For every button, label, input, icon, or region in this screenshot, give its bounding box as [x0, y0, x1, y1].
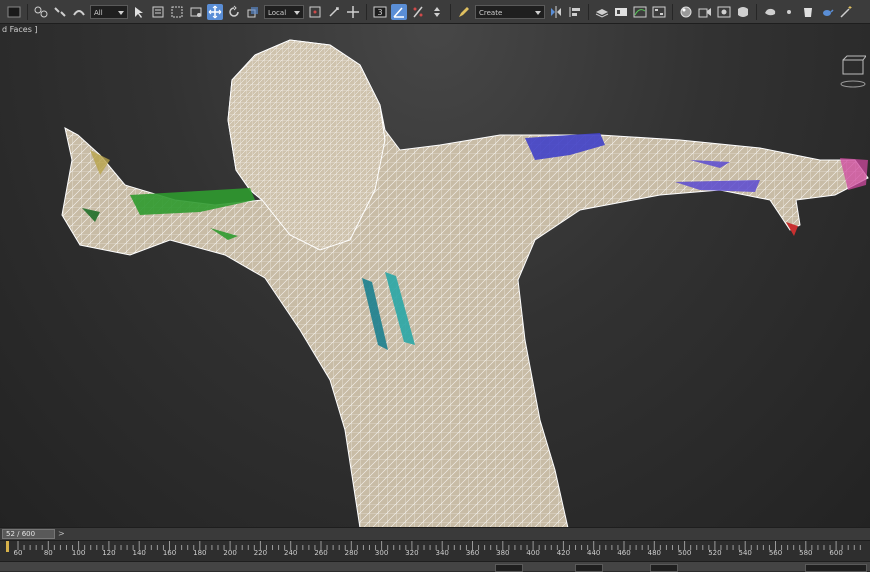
render-production-icon[interactable] [735, 4, 751, 20]
rendered-frame-window-icon[interactable] [716, 4, 732, 20]
track-tick-label: 100 [71, 549, 86, 557]
toolbar-divider [450, 3, 451, 20]
grid-field[interactable] [805, 564, 867, 572]
toolbar-divider [756, 3, 757, 20]
select-and-move-icon[interactable] [207, 3, 223, 20]
percent-snap-icon[interactable] [410, 4, 426, 20]
select-manipulate-icon[interactable] [326, 4, 342, 20]
toolbar-divider [366, 3, 367, 20]
perspective-viewport[interactable]: d Faces ] [0, 24, 870, 527]
snaps-toggle-icon[interactable]: 3 [372, 4, 388, 20]
toolbar-divider [672, 3, 673, 20]
rectangular-selection-icon[interactable] [169, 4, 185, 20]
toggle-ribbon-icon[interactable] [613, 4, 629, 20]
track-tick-label: 540 [738, 549, 752, 557]
keyboard-shortcut-icon[interactable] [345, 4, 361, 20]
unlink-selection-icon[interactable] [52, 4, 68, 20]
track-tick-label: 520 [708, 549, 722, 557]
mirror-icon[interactable] [548, 4, 564, 20]
magic-wand-icon[interactable] [838, 4, 854, 20]
civil-view-icon[interactable] [781, 4, 797, 20]
app-menu-icon[interactable] [6, 4, 22, 20]
z-coordinate-field[interactable] [650, 564, 678, 572]
align-icon[interactable] [567, 4, 583, 20]
spinner-snap-icon[interactable] [429, 4, 445, 20]
track-tick-label: 560 [768, 549, 783, 557]
teapot-icon[interactable] [819, 4, 835, 20]
select-and-rotate-icon[interactable] [226, 4, 242, 20]
track-tick-label: 180 [193, 549, 207, 557]
arnold-icon[interactable] [800, 4, 816, 20]
track-tick-label: 380 [496, 549, 510, 557]
track-tick-label: 480 [647, 549, 661, 557]
mesh-body[interactable] [0, 24, 870, 527]
track-tick-label: 580 [799, 549, 813, 557]
track-tick-label: 160 [162, 549, 177, 557]
track-tick-label: 360 [465, 549, 480, 557]
time-slider-thumb[interactable]: 52 / 600 [2, 529, 55, 539]
reference-coordinate-dropdown[interactable]: Local [264, 4, 304, 19]
track-tick-label: 600 [829, 549, 843, 557]
track-tick-label: 140 [132, 549, 146, 557]
layer-explorer-icon[interactable] [594, 4, 610, 20]
character-mesh[interactable] [0, 24, 870, 527]
schematic-view-icon[interactable] [651, 4, 667, 20]
track-tick-label: 400 [526, 549, 540, 557]
track-tick-label: 120 [102, 549, 116, 557]
bind-space-warp-icon[interactable] [71, 4, 87, 20]
main-toolbar: All Local 3 Create Selecti [0, 0, 870, 24]
svg-text:3: 3 [377, 8, 382, 17]
track-tick-label: 240 [284, 549, 298, 557]
select-and-scale-icon[interactable] [245, 4, 261, 20]
select-by-name-icon[interactable] [150, 4, 166, 20]
select-and-link-icon[interactable] [33, 4, 49, 20]
curve-editor-icon[interactable] [632, 4, 648, 20]
y-coordinate-field[interactable] [575, 564, 603, 572]
track-tick-label: 500 [677, 549, 692, 557]
track-tick-label: 340 [435, 549, 449, 557]
track-tick-label: 440 [587, 549, 601, 557]
render-online-icon[interactable] [762, 4, 778, 20]
track-tick-label: 200 [223, 549, 237, 557]
track-tick-label: 260 [314, 549, 328, 557]
edit-named-selection-icon[interactable] [456, 4, 472, 20]
selection-filter-dropdown[interactable]: All [90, 4, 128, 19]
track-bar-tick-labels: 60 80 100 120 140 160 180 200 220 240 260 280 300 320… [0, 549, 870, 561]
time-slider-next-frame[interactable]: > [58, 529, 65, 538]
select-object-icon[interactable] [131, 4, 147, 20]
track-tick-label: 420 [556, 549, 571, 557]
track-tick-label: 220 [253, 549, 268, 557]
track-tick-label: 60 [13, 549, 23, 557]
named-selection-set-dropdown[interactable]: Create Selection Se [475, 4, 545, 23]
material-editor-icon[interactable] [678, 4, 694, 20]
angle-snap-icon[interactable] [391, 3, 407, 20]
window-crossing-icon[interactable] [188, 4, 204, 20]
pivot-center-icon[interactable] [307, 4, 323, 20]
render-setup-icon[interactable] [697, 4, 713, 20]
track-tick-label: 300 [374, 549, 389, 557]
toolbar-divider [27, 3, 28, 20]
track-tick-label: 460 [617, 549, 631, 557]
time-slider[interactable]: 52 / 600 > [0, 527, 870, 541]
track-tick-label: 320 [405, 549, 419, 557]
track-bar[interactable]: 60 80 100 120 140 160 180 200 220 240 260 280 300 320… [0, 541, 870, 561]
toolbar-divider [588, 3, 589, 20]
track-tick-label: 280 [344, 549, 358, 557]
track-tick-label: 80 [43, 549, 53, 557]
x-coordinate-field[interactable] [495, 564, 523, 572]
